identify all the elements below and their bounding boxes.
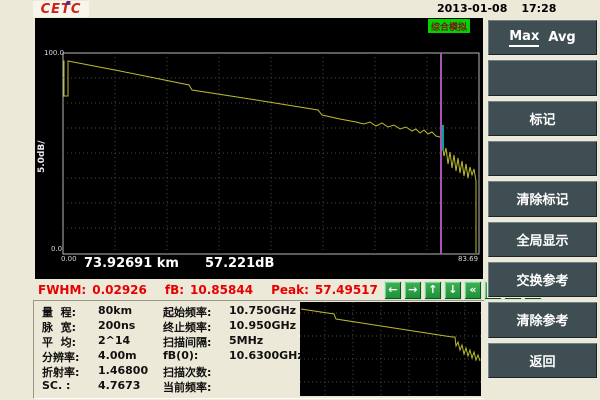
fb-value: 10.85844 <box>190 283 254 297</box>
fwhm-label: FWHM: <box>38 283 87 297</box>
param-row-average: 平 均: 2^14 <box>42 334 131 349</box>
sidebar-menu: Max Avg 标记 清除标记 全局显示 交换参考 清除参考 返回 <box>487 19 598 379</box>
y-max-label: 100.0 <box>44 49 65 57</box>
sidebar-button-blank-2[interactable] <box>487 139 598 178</box>
arrow-left-button[interactable]: ← <box>383 280 402 300</box>
param-row-pulse-width: 脉 宽: 200ns <box>42 319 136 334</box>
cetc-logo: CETC <box>33 1 89 17</box>
x-max-label: 83.69 <box>458 255 479 263</box>
cursor-readout: 73.92691 km 57.221dB <box>84 256 300 271</box>
peak-value: 57.49517 <box>314 283 378 297</box>
time-label: 17:28 <box>521 2 557 15</box>
sidebar-button-clear-marks[interactable]: 清除标记 <box>487 180 598 218</box>
parameter-list: 量 程: 80km 脉 宽: 200ns 平 均: 2^14 分辨率: 4.00m 折射… <box>42 304 304 394</box>
cetc-logo-text: CETC <box>40 1 82 17</box>
date-label: 2013-01-08 <box>437 2 508 15</box>
mini-trace <box>300 308 481 362</box>
arrow-up-button[interactable]: ↑ <box>423 280 442 300</box>
y-scale-label: 5.0dB/ <box>37 140 47 173</box>
sidebar-button-max-avg[interactable]: Max Avg <box>487 19 598 57</box>
measurement-row: FWHM: 0.02926 fB: 10.85844 Peak: 57.4951… <box>38 280 542 300</box>
datetime: 2013-01-08 17:28 <box>437 2 570 15</box>
main-plot <box>62 52 480 255</box>
cursor-distance: 73.92691 km <box>84 256 179 271</box>
x-min-label: 0.00 <box>61 255 77 263</box>
y-min-label: 0.0 <box>51 245 63 253</box>
sidebar-button-global-display[interactable]: 全局显示 <box>487 220 598 258</box>
otdr-trace <box>63 60 477 253</box>
peak-label: Peak: <box>271 283 309 297</box>
arrow-down-button[interactable]: ↓ <box>443 280 462 300</box>
param-row-refractive-index: 折射率: 1.46800 <box>42 364 149 379</box>
sidebar-button-clear-reference[interactable]: 清除参考 <box>487 301 598 339</box>
param-row-sc: SC. :4.7673 <box>42 379 141 392</box>
mini-plot <box>300 302 481 396</box>
fwhm-value: 0.02926 <box>92 283 147 297</box>
sidebar-button-swap-reference[interactable]: 交换参考 <box>487 260 598 299</box>
sidebar-button-mark[interactable]: 标记 <box>487 99 598 137</box>
sidebar-button-blank-1[interactable] <box>487 59 598 97</box>
instrument-screen: CETC 2013-01-08 17:28 综合模拟 100.0 0.0 5.0d… <box>0 0 600 400</box>
arrow-right-button[interactable]: → <box>403 280 422 300</box>
sidebar-button-return[interactable]: 返回 <box>487 341 598 379</box>
arrow-double-left-button[interactable]: « <box>463 280 482 300</box>
param-row-range: 量 程: 80km <box>42 304 133 319</box>
fb-label: fB: <box>164 283 185 297</box>
param-row-resolution: 分辨率: 4.00m <box>42 349 137 364</box>
cursor-level: 57.221dB <box>204 256 275 271</box>
